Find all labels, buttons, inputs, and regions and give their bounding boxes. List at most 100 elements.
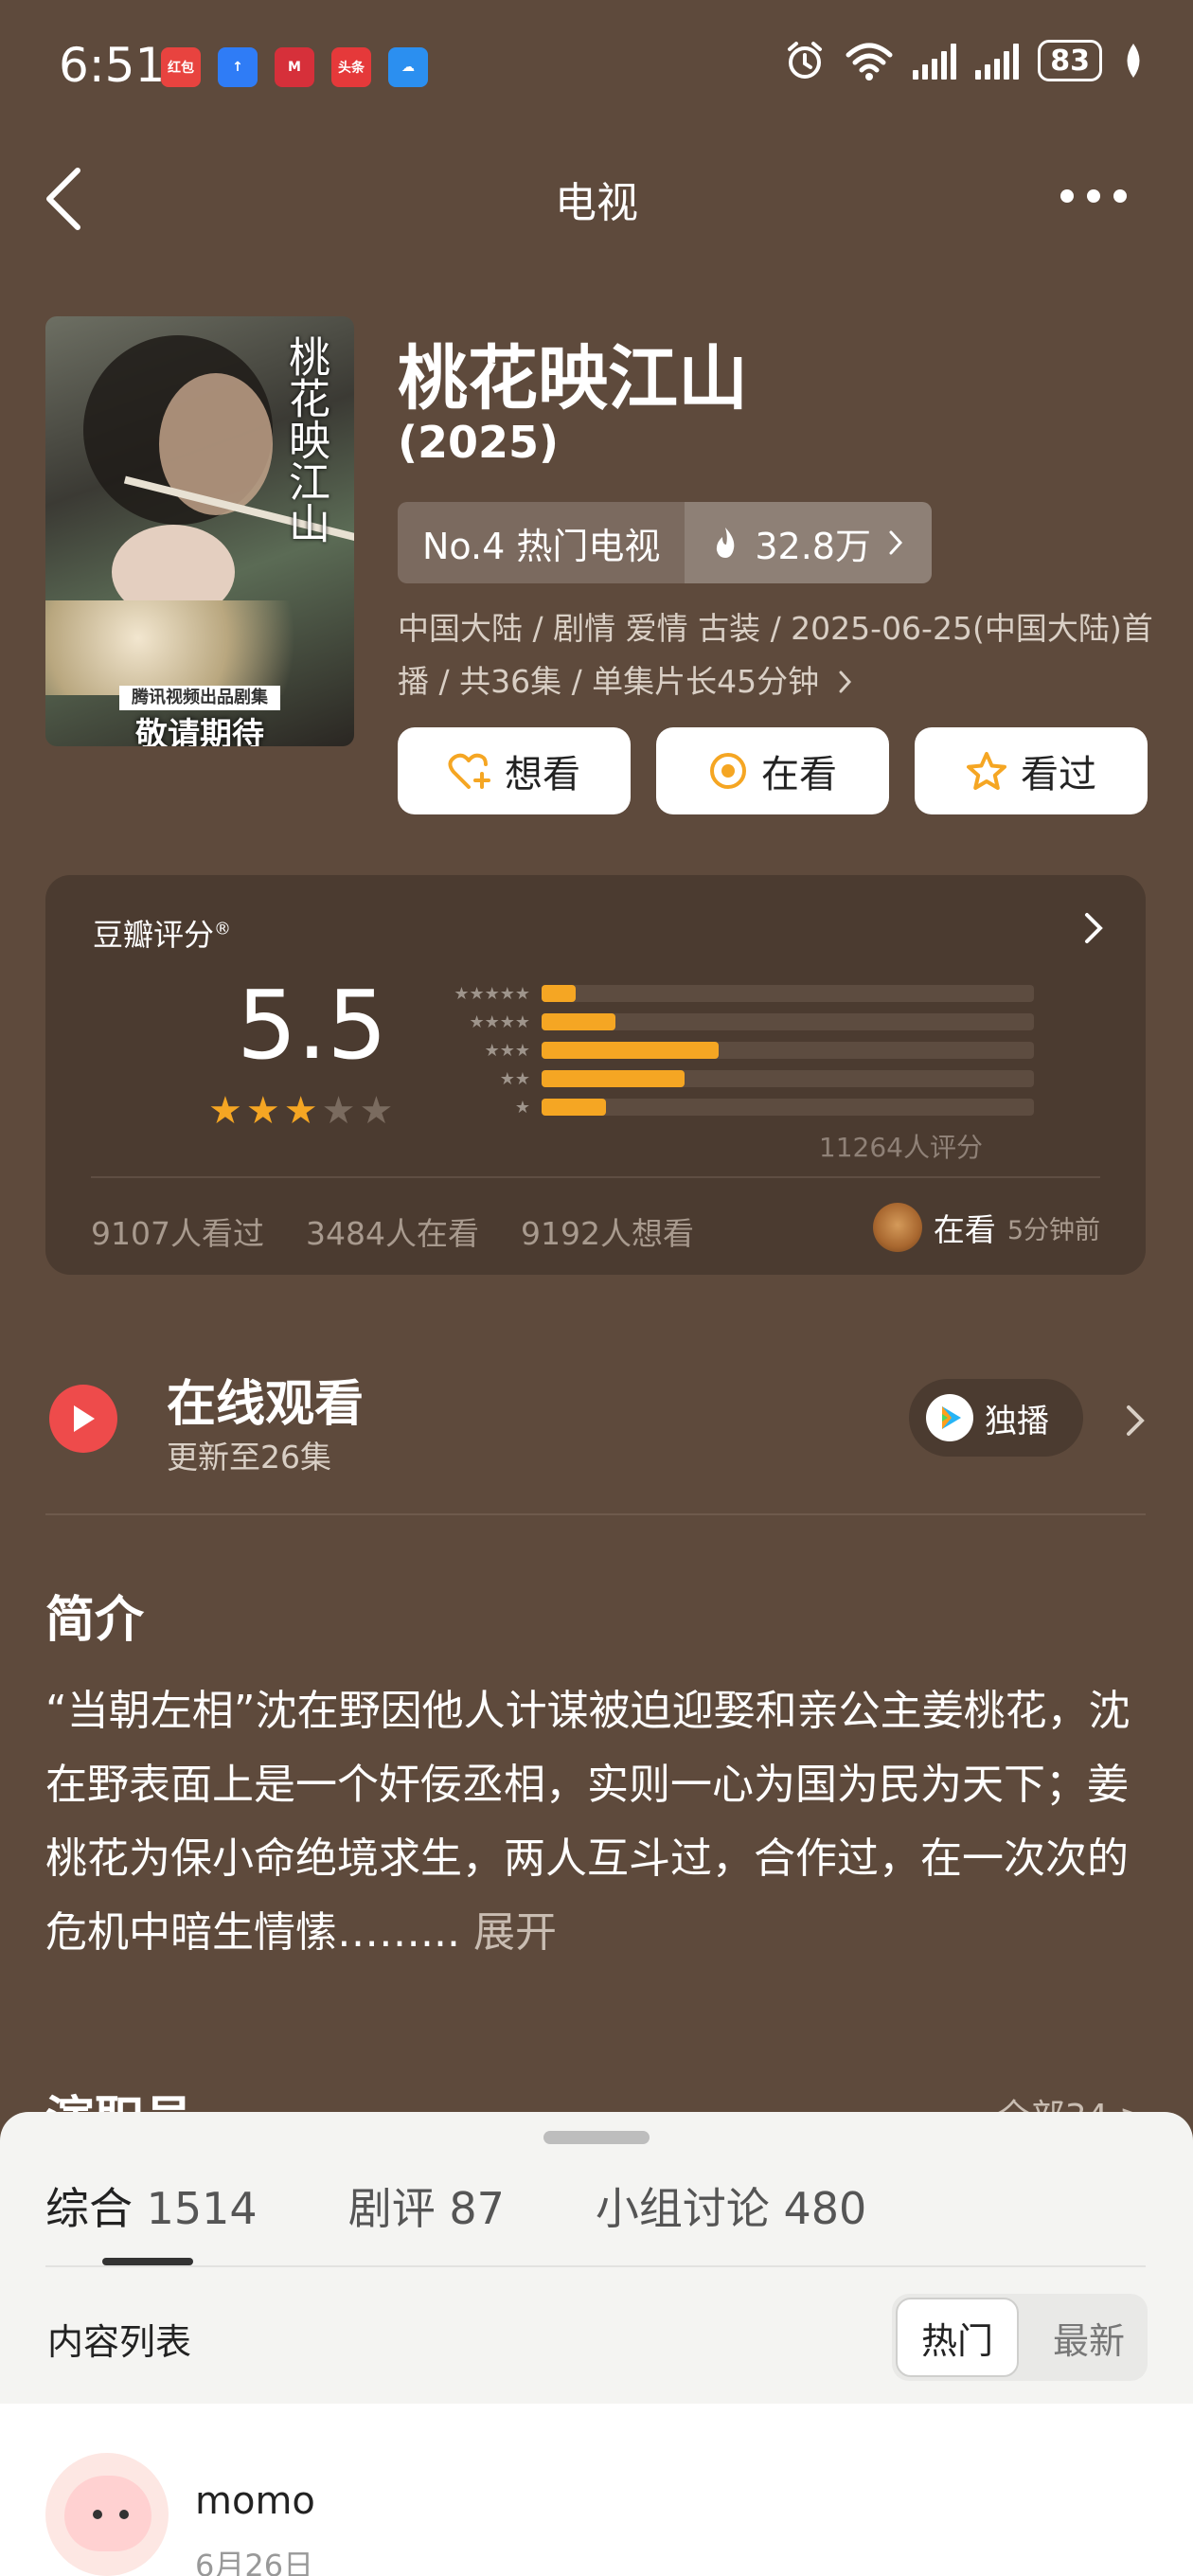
sheet-drag-handle[interactable]: [543, 2131, 650, 2144]
app-icon-5: ☁: [388, 47, 428, 87]
page-title: 电视: [555, 179, 638, 227]
rating-bar-5-star: ★★★★★: [428, 979, 1034, 1008]
chevron-right-icon[interactable]: [1079, 909, 1108, 947]
want-to-watch-button[interactable]: 想看: [398, 727, 631, 814]
rating-bar-4-star: ★★★★: [428, 1008, 1034, 1036]
rating-distribution: ★★★★★ ★★★★ ★★★ ★★ ★: [428, 979, 1034, 1121]
divider: [45, 1513, 1146, 1515]
play-icon: [74, 1405, 95, 1432]
app-icon-3: M: [275, 47, 314, 87]
rating-label: 豆瓣评分®: [93, 917, 232, 953]
battery-indicator: 83: [1038, 40, 1102, 81]
notification-app-icons: 红包 ↑ M 头条 ☁: [161, 47, 428, 87]
star-filled-icon: ★: [283, 1089, 318, 1133]
bar-star-label: ★★★: [484, 1040, 530, 1061]
rating-bar-2-star: ★★: [428, 1064, 1034, 1093]
signal-icon-2: [975, 42, 1020, 80]
poster-tag: 腾讯视频出品剧集: [119, 686, 280, 710]
bar-star-label: ★★: [499, 1068, 530, 1089]
chevron-right-icon: [889, 530, 902, 555]
rank-label: No.4 热门电视: [398, 502, 686, 583]
recent-activity[interactable]: 在看 5分钟前: [872, 1203, 1100, 1252]
heart-plus-icon: [448, 753, 490, 789]
star-filled-icon: ★: [245, 1089, 280, 1133]
watched-button[interactable]: 看过: [915, 727, 1148, 814]
app-icon-1: 红包: [161, 47, 201, 87]
poster-cta: 敬请期待: [135, 716, 264, 746]
rank-badge[interactable]: No.4 热门电视 32.8万: [398, 502, 932, 583]
synopsis-title: 简介: [45, 1592, 145, 1649]
leaf-icon: [1127, 44, 1140, 78]
heat-value: 32.8万: [755, 525, 871, 567]
app-icon-4: 头条: [331, 47, 371, 87]
status-bar: 6:51 红包 ↑ M 头条 ☁ 83: [0, 0, 1193, 133]
bar-star-label: ★: [514, 1097, 530, 1118]
bar-star-label: ★★★★★: [454, 983, 530, 1004]
show-meta[interactable]: 中国大陆 / 剧情 爱情 古装 / 2025-06-25(中国大陆)首播 / 共…: [398, 602, 1155, 708]
online-watch-subtitle: 更新至26集: [167, 1439, 331, 1476]
post-username[interactable]: momo: [195, 2479, 315, 2523]
discussion-sheet: 综合 1514 剧评 87 小组讨论 480 内容列表 热门 最新 momo 6…: [0, 2112, 1193, 2576]
status-time: 6:51: [59, 38, 166, 93]
sort-hot-button[interactable]: 热门: [896, 2298, 1019, 2377]
watched-label: 看过: [1021, 753, 1096, 796]
more-options-icon[interactable]: [1060, 189, 1127, 203]
list-item[interactable]: momo 6月26日: [0, 2404, 1193, 2576]
avatar: [872, 1203, 922, 1252]
chevron-right-icon[interactable]: [1121, 1402, 1149, 1440]
poster-image[interactable]: 桃花映江山 腾讯视频出品剧集 敬请期待: [45, 316, 354, 746]
poster-calligraphy: 桃花映江山: [281, 335, 329, 544]
app-icon-2: ↑: [218, 47, 258, 87]
alarm-icon: [788, 42, 823, 79]
flame-icon: [717, 528, 735, 558]
activity-text: 在看: [933, 1211, 996, 1248]
rating-count: 11264人评分: [818, 1132, 983, 1163]
registered-mark: ®: [214, 919, 232, 939]
bar-fill: [542, 1013, 615, 1030]
bar-fill: [542, 1070, 685, 1087]
exclusive-badge[interactable]: 独播: [909, 1379, 1083, 1457]
activity-time: 5分钟前: [1006, 1215, 1100, 1245]
wifi-icon: [846, 43, 893, 80]
content-list-label: 内容列表: [47, 2321, 192, 2363]
bar-fill: [542, 1042, 720, 1059]
synopsis-text: “当朝左相”沈在野因他人计谋被迫迎娶和亲公主姜桃花，沈在野表面上是一个奸佞丞相，…: [45, 1687, 1131, 1957]
bar-fill: [542, 985, 577, 1002]
watched-count[interactable]: 9107人看过: [91, 1208, 264, 1254]
online-watch-title[interactable]: 在线观看: [167, 1364, 364, 1435]
exclusive-label: 独播: [985, 1402, 1049, 1440]
divider: [91, 1176, 1100, 1178]
avatar[interactable]: [45, 2453, 169, 2576]
rating-score: 5.5: [237, 970, 388, 1081]
show-year: (2025): [398, 417, 560, 468]
rating-stars: ★ ★ ★ ★ ★: [208, 1089, 393, 1133]
tencent-video-icon: [926, 1394, 973, 1441]
watching-count[interactable]: 3484人在看: [306, 1208, 479, 1254]
rating-stats: 9107人看过 3484人在看 9192人想看: [91, 1208, 694, 1254]
sort-newest-button[interactable]: 最新: [1034, 2298, 1144, 2377]
watching-button[interactable]: 在看: [656, 727, 889, 814]
tab-reviews[interactable]: 剧评 87: [348, 2174, 505, 2237]
star-empty-icon: ★: [321, 1089, 356, 1133]
want-label: 想看: [505, 753, 580, 796]
star-empty-icon: ★: [359, 1089, 394, 1133]
expand-link[interactable]: 展开: [473, 1908, 557, 1957]
rating-bar-3-star: ★★★: [428, 1036, 1034, 1064]
bar-star-label: ★★★★: [469, 1011, 530, 1032]
watching-label: 在看: [761, 753, 837, 796]
show-title: 桃花映江山: [398, 338, 748, 420]
wants-count[interactable]: 9192人想看: [521, 1208, 694, 1254]
post-date: 6月26日: [195, 2548, 314, 2576]
star-icon: [967, 752, 1006, 790]
system-icons: 83: [784, 40, 1146, 81]
star-filled-icon: ★: [208, 1089, 242, 1133]
divider: [45, 2265, 1146, 2267]
play-button[interactable]: [49, 1385, 117, 1453]
tab-group-discussion[interactable]: 小组讨论 480: [596, 2174, 866, 2237]
rating-card[interactable]: 豆瓣评分® 5.5 ★ ★ ★ ★ ★ ★★★★★ ★★★★ ★★★ ★★ ★ 11264人评分…: [45, 875, 1146, 1275]
sort-toggle: 热门 最新: [892, 2294, 1148, 2381]
chevron-right-icon: [839, 671, 851, 693]
heat-indicator: 32.8万: [685, 502, 932, 583]
tab-overall[interactable]: 综合 1514: [45, 2174, 258, 2237]
discussion-tabs: 综合 1514 剧评 87 小组讨论 480: [45, 2174, 866, 2237]
